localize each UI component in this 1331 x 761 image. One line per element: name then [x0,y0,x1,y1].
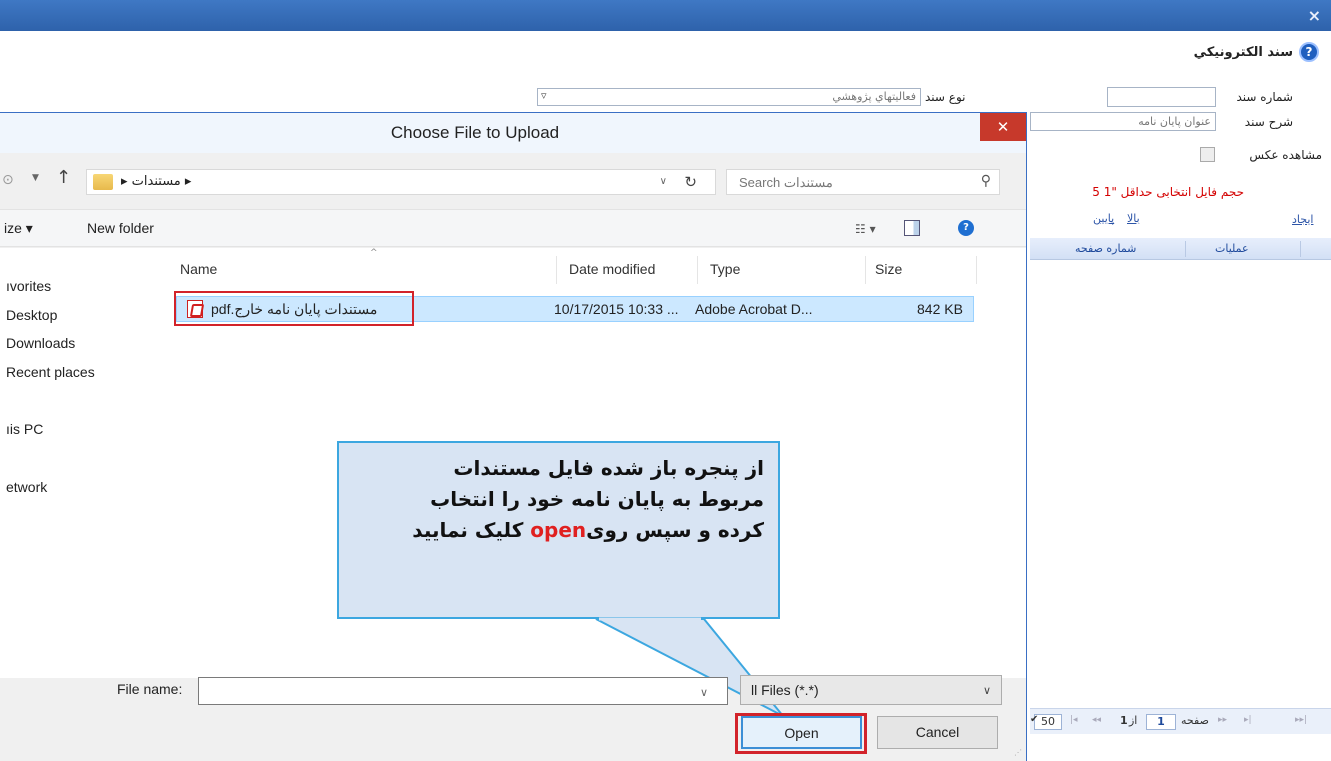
doc-type-select[interactable]: فعاليتهاي پژوهشي ▿ [537,88,921,106]
callout-line-3: کرده و سپس رویopen کلیک نمایید [412,518,764,542]
refresh-icon[interactable]: ↻ [684,173,697,191]
file-name-label: File name: [117,681,183,697]
dialog-close-button[interactable]: ✕ [980,113,1026,141]
nav-item-this-pc[interactable]: ıis PC [6,421,43,437]
show-image-checkbox[interactable] [1200,147,1215,162]
column-separator [697,256,698,284]
column-header-size[interactable]: Size [875,261,902,277]
sort-caret-icon: ^ [370,248,378,258]
preview-pane-icon[interactable] [904,220,920,236]
grid-col-operations: عمليات [1215,242,1249,255]
search-placeholder: Search مستندات [739,175,833,190]
organize-button[interactable]: ize ▾ [4,220,33,237]
chevron-down-icon: ▿ [541,89,547,102]
file-type-filter-value: ll Files (*.*) [751,682,819,698]
nav-item-recent-places[interactable]: Recent places [6,364,95,380]
show-image-label: مشاهده عکس [1249,148,1322,162]
column-header-type[interactable]: Type [710,261,740,277]
of-label: از [1129,714,1138,727]
app-top-bar: × [0,0,1331,31]
up-arrow-icon[interactable]: ↑ [56,167,71,188]
file-type: Adobe Acrobat D... [695,301,813,317]
back-icon[interactable]: ⊙ [2,172,14,188]
dialog-toolbar: ize ▾ New folder ☷ ▾ ? [0,209,1026,247]
grid-col-separator [1300,241,1301,257]
grid-col-separator [1185,241,1186,257]
resize-grip-icon[interactable]: ⋰ [1014,748,1024,758]
callout-line-1: از پنجره باز شده فایل مستندات [453,456,764,480]
page-title: ? سند الكترونيكي [1194,41,1319,63]
doc-number-input[interactable] [1107,87,1216,107]
choose-file-dialog: Choose File to Upload ✕ ⊙ ▼ ↑ ▸ مستندات … [0,112,1027,761]
new-folder-button[interactable]: New folder [87,220,154,236]
address-path: ▸ مستندات ▸ [121,174,192,189]
open-button-highlight [735,713,867,754]
refresh-icon[interactable]: ▸▸| [1295,715,1307,725]
next-page-icon[interactable]: ▸▸ [1218,715,1227,725]
callout-line-2: مربوط به پایان نامه خود را انتخاب [430,487,764,511]
folder-icon [93,174,113,190]
grid-pager: 50 ✔ |◂ ◂◂ 1 از 1 صفحه ▸▸ ▸| ▸▸| [1030,708,1331,734]
file-name-input[interactable] [198,677,728,705]
view-options-icon[interactable]: ☷ ▾ [855,222,876,236]
dialog-title-bar[interactable]: Choose File to Upload ✕ [0,113,1026,153]
search-box[interactable]: Search مستندات ⚲ [726,169,1000,195]
column-separator [865,256,866,284]
app-close-icon[interactable]: × [1308,8,1321,24]
navigation-pane: ıvorites Desktop Downloads Recent places… [0,248,160,678]
callout-keyword: open [530,518,587,542]
column-header-date[interactable]: Date modified [569,261,655,277]
doc-type-value: فعاليتهاي پژوهشي [832,90,916,103]
first-page-icon[interactable]: |◂ [1070,715,1078,725]
grid-header: عمليات شماره صفحه [1030,238,1331,260]
file-date: 10/17/2015 10:33 ... [554,301,679,317]
grid-col-page-number: شماره صفحه [1075,242,1137,255]
chevron-down-icon: ∨ [982,684,991,697]
create-link[interactable]: ایجاد [1292,213,1313,226]
dialog-title: Choose File to Upload [390,123,560,142]
search-icon[interactable]: ⚲ [981,173,991,189]
help-icon[interactable]: ? [1299,42,1319,62]
file-highlight-box [174,291,414,326]
page-input[interactable]: 1 [1146,714,1176,730]
cancel-button[interactable]: Cancel [877,716,998,749]
nav-item-downloads[interactable]: Downloads [6,335,75,351]
prev-page-icon[interactable]: ◂◂ [1092,715,1101,725]
total-pages: 1 [1120,714,1128,727]
doc-type-label: نوع سند [925,90,966,104]
down-link[interactable]: پایین [1093,212,1114,225]
chevron-down-icon[interactable]: ∨ [660,176,667,187]
page-label: صفحه [1181,714,1209,727]
up-link[interactable]: بالا [1127,212,1140,225]
callout-text: از پنجره باز شده فایل مستندات مربوط به پ… [344,453,764,546]
recent-locations-icon[interactable]: ▼ [32,173,39,183]
chevron-down-icon: ✔ [1030,714,1039,725]
instruction-callout: از پنجره باز شده فایل مستندات مربوط به پ… [337,441,780,619]
file-size: 842 KB [917,301,963,317]
file-type-filter[interactable]: ll Files (*.*) ∨ [740,675,1002,705]
doc-desc-label: شرح سند [1244,115,1293,129]
nav-item-favorites[interactable]: ıvorites [6,278,51,294]
page-title-text: سند الكترونيكي [1193,44,1293,60]
column-header-name[interactable]: Name [180,261,217,277]
nav-item-network[interactable]: etwork [6,479,47,495]
chevron-down-icon[interactable]: ∨ [700,686,708,699]
doc-desc-input[interactable]: عنوان پايان نامه [1030,112,1216,131]
nav-item-desktop[interactable]: Desktop [6,307,57,323]
address-bar[interactable]: ▸ مستندات ▸ ∨ ↻ [86,169,716,195]
column-separator [976,256,977,284]
help-icon[interactable]: ? [958,220,974,236]
file-size-note: حجم فايل انتخابی حداقل "1 5 [1092,185,1244,199]
column-separator [556,256,557,284]
doc-number-label: شماره سند [1236,90,1293,104]
last-page-icon[interactable]: ▸| [1244,715,1252,725]
doc-desc-value: عنوان پايان نامه [1138,115,1211,128]
